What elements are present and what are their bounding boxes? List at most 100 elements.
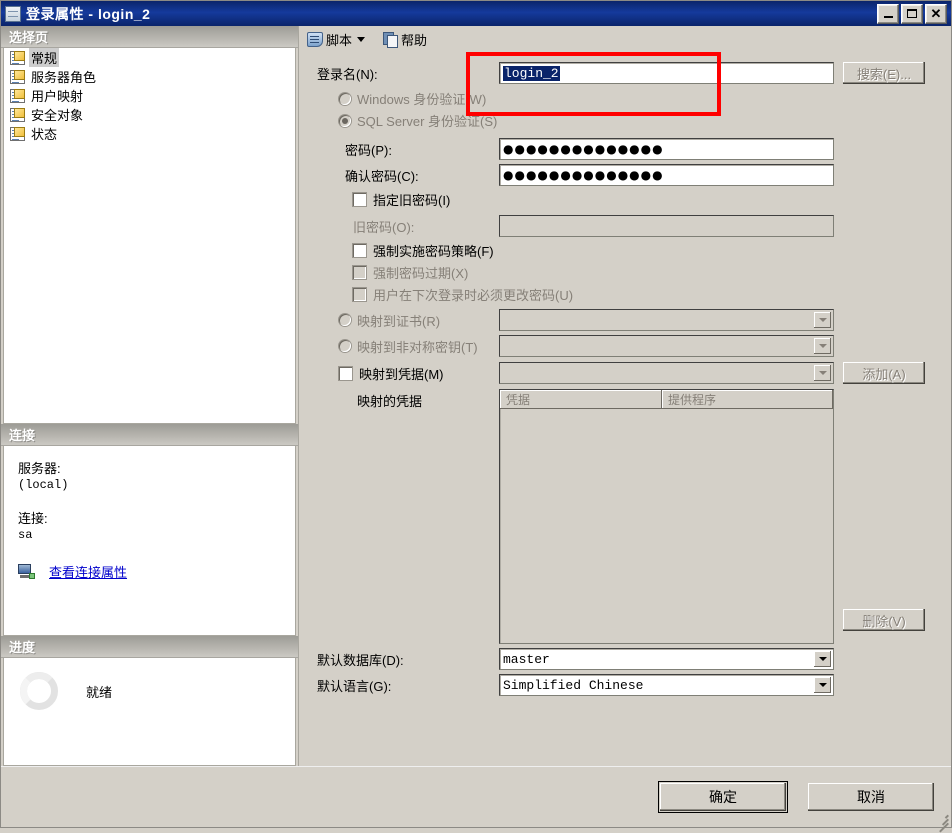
map-asymmetric-row: 映射到非对称密钥(T): [311, 335, 935, 357]
close-icon: ✕: [930, 6, 942, 21]
map-credential-checkbox[interactable]: [339, 366, 352, 380]
help-icon: [383, 32, 399, 48]
maximize-button[interactable]: [901, 3, 923, 24]
login-properties-window: 登录属性 - login_2 ✕ 选择页 常规 服务器角色 用户映射 安全对象 …: [0, 0, 952, 833]
map-credential-combo[interactable]: [499, 362, 834, 384]
mapped-credentials-row: 映射的凭据 凭据 提供程序 删除(V): [311, 389, 935, 644]
sql-auth-radio[interactable]: [339, 114, 351, 127]
resize-grip-icon[interactable]: [935, 811, 949, 833]
chevron-down-icon[interactable]: [814, 651, 831, 667]
chevron-down-icon[interactable]: [814, 338, 831, 354]
select-page-header: 选择页: [1, 26, 298, 48]
map-credential-row: 映射到凭据(M) 添加(A): [311, 361, 935, 385]
chevron-down-icon[interactable]: [814, 677, 831, 693]
must-change-row[interactable]: 用户在下次登录时必须更改密码(U): [311, 285, 935, 304]
add-credential-button[interactable]: 添加(A): [842, 361, 926, 385]
window-title: 登录属性 - login_2: [26, 5, 151, 22]
default-language-combo[interactable]: Simplified Chinese: [499, 674, 834, 696]
enforce-policy-row[interactable]: 强制实施密码策略(F): [311, 241, 935, 260]
windows-auth-row[interactable]: Windows 身份验证(W): [311, 89, 935, 108]
chevron-down-icon[interactable]: [357, 37, 366, 42]
confirm-password-input[interactable]: ●●●●●●●●●●●●●●: [499, 164, 834, 186]
page-icon: [10, 107, 25, 122]
view-connection-properties-row[interactable]: 查看连接属性: [18, 562, 295, 581]
windows-auth-radio[interactable]: [339, 92, 351, 105]
connection-header: 连接: [1, 424, 298, 446]
ok-button[interactable]: 确定: [659, 782, 787, 812]
map-asymmetric-key-combo[interactable]: [499, 335, 834, 357]
cancel-button[interactable]: 取消: [807, 782, 935, 812]
progress-panel: 就绪: [3, 658, 296, 766]
map-certificate-radio[interactable]: [339, 314, 351, 326]
must-change-label: 用户在下次登录时必须更改密码(U): [373, 288, 574, 303]
server-label: 服务器:: [18, 461, 61, 476]
login-name-row: 登录名(N): login_2 搜索(E)...: [311, 61, 935, 85]
progress-status: 就绪: [86, 684, 113, 700]
minimize-icon: [883, 16, 893, 18]
enforce-policy-label: 强制实施密码策略(F): [373, 244, 494, 259]
mapped-credentials-rows: [500, 409, 833, 643]
sidebar-item-label: 状态: [31, 127, 58, 142]
default-database-combo[interactable]: master: [499, 648, 834, 670]
sidebar-item-general[interactable]: 常规: [4, 48, 295, 67]
help-label: 帮助: [401, 33, 428, 48]
server-connection-icon: [18, 564, 35, 579]
enforce-password-policy-checkbox[interactable]: [353, 244, 366, 257]
remove-credential-button[interactable]: 删除(V): [842, 608, 926, 632]
old-password-input[interactable]: [499, 215, 834, 237]
specify-old-password-row[interactable]: 指定旧密码(I): [311, 190, 935, 209]
confirm-password-value: ●●●●●●●●●●●●●●: [503, 168, 664, 182]
default-language-value: Simplified Chinese: [503, 677, 644, 693]
page-icon: [10, 126, 25, 141]
map-certificate-combo[interactable]: [499, 309, 834, 331]
enforce-expiration-label: 强制密码过期(X): [373, 266, 469, 281]
sidebar-item-label: 安全对象: [31, 108, 84, 123]
confirm-password-row: 确认密码(C): ●●●●●●●●●●●●●●: [311, 164, 935, 186]
enforce-password-expiration-checkbox[interactable]: [353, 266, 366, 279]
connection-panel: 服务器: (local) 连接: sa 查看连接属性: [3, 446, 296, 636]
specify-old-password-label: 指定旧密码(I): [373, 193, 451, 208]
minimize-button[interactable]: [877, 3, 899, 24]
login-name-value: login_2: [503, 65, 560, 81]
map-credential-label: 映射到凭据(M): [359, 366, 444, 382]
password-input[interactable]: ●●●●●●●●●●●●●●: [499, 138, 834, 160]
password-row: 密码(P): ●●●●●●●●●●●●●●: [311, 138, 935, 160]
chevron-down-icon[interactable]: [814, 365, 831, 381]
maximize-icon: [907, 9, 917, 18]
sidebar-item-status[interactable]: 状态: [4, 124, 295, 143]
enforce-expiration-row[interactable]: 强制密码过期(X): [311, 263, 935, 282]
column-header-credential[interactable]: 凭据: [500, 390, 662, 409]
search-button[interactable]: 搜索(E)...: [842, 61, 926, 85]
old-password-label: 旧密码(O):: [353, 219, 415, 235]
sidebar-item-securables[interactable]: 安全对象: [4, 105, 295, 124]
password-value: ●●●●●●●●●●●●●●: [503, 142, 664, 156]
page-list: 常规 服务器角色 用户映射 安全对象 状态: [3, 48, 296, 424]
must-change-password-checkbox[interactable]: [353, 288, 366, 301]
sidebar-item-user-mapping[interactable]: 用户映射: [4, 86, 295, 105]
sql-auth-row[interactable]: SQL Server 身份验证(S): [311, 111, 935, 130]
map-asymmetric-key-radio[interactable]: [339, 340, 351, 352]
close-button[interactable]: ✕: [925, 3, 947, 24]
specify-old-password-checkbox[interactable]: [353, 193, 366, 206]
sidebar-item-server-roles[interactable]: 服务器角色: [4, 67, 295, 86]
chevron-down-icon[interactable]: [814, 312, 831, 328]
script-button[interactable]: 脚本: [303, 28, 375, 51]
connection-value: sa: [18, 528, 33, 542]
title-bar: 登录属性 - login_2 ✕: [1, 1, 951, 26]
progress-header: 进度: [1, 636, 298, 658]
default-language-label: 默认语言(G):: [317, 678, 392, 694]
mapped-credentials-list[interactable]: 凭据 提供程序: [499, 389, 834, 644]
confirm-password-label: 确认密码(C):: [345, 168, 419, 184]
default-database-row: 默认数据库(D): master: [311, 648, 935, 670]
help-button[interactable]: 帮助: [379, 28, 431, 51]
view-connection-properties-link[interactable]: 查看连接属性: [49, 562, 127, 581]
column-header-provider[interactable]: 提供程序: [662, 390, 833, 409]
map-certificate-label: 映射到证书(R): [357, 313, 441, 329]
sql-auth-label: SQL Server 身份验证(S): [357, 114, 498, 129]
server-value: (local): [18, 478, 69, 492]
default-database-value: master: [503, 651, 550, 667]
login-name-input[interactable]: login_2: [499, 62, 834, 84]
general-page-form: 登录名(N): login_2 搜索(E)... Windows 身份验证(W)…: [299, 53, 951, 766]
default-language-row: 默认语言(G): Simplified Chinese: [311, 674, 935, 696]
